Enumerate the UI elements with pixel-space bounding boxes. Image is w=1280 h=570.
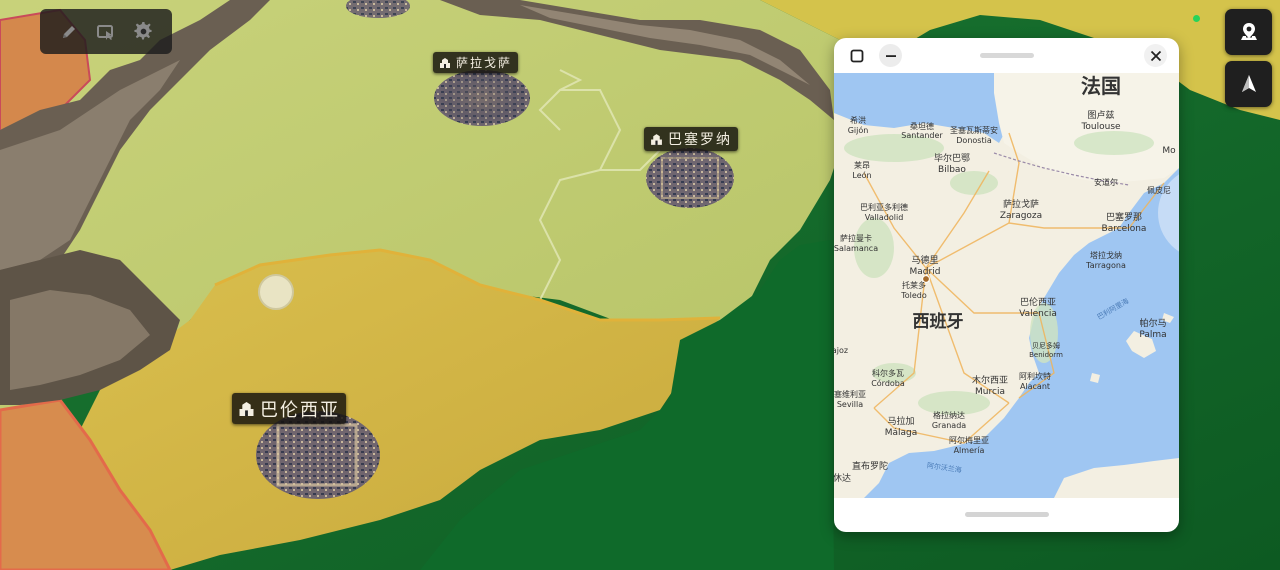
label-tarragona-cn: 塔拉戈纳 (1090, 250, 1122, 260)
label-valladolid-cn: 巴利亚多利德 (860, 202, 908, 212)
minimap-window: 法国 西班牙 图卢兹 Toulouse 希洪 Gijón 桑坦德 Santand… (834, 38, 1179, 532)
city-name: 巴伦西亚 (260, 399, 340, 421)
label-granada-cn: 格拉纳达 (933, 410, 965, 420)
label-malaga-cn: 马拉加 (887, 415, 914, 427)
minimize-button[interactable] (879, 44, 902, 67)
resize-handle[interactable] (965, 512, 1049, 517)
label-spain: 西班牙 (913, 312, 964, 332)
close-button[interactable] (1144, 44, 1167, 67)
city-barcelona[interactable] (646, 148, 734, 208)
label-france: 法国 (1081, 74, 1121, 98)
label-bilbao-cn: 毕尔巴鄂 (934, 152, 970, 164)
label-cordoba: Córdoba (871, 378, 905, 388)
gear-icon (134, 22, 152, 40)
window-drag-handle[interactable] (980, 53, 1034, 58)
label-santander: Santander (901, 131, 943, 140)
label-andorra: 安道尔 (1094, 177, 1118, 187)
city-icon (440, 57, 450, 68)
label-zaragoza: Zaragoza (1000, 211, 1042, 221)
city-valencia[interactable] (256, 411, 380, 499)
city-label-valencia[interactable]: 巴伦西亚 (232, 393, 346, 424)
label-perpignan: 佩皮尼 (1147, 185, 1171, 195)
label-benidorm-cn: 贝尼多姆 (1032, 341, 1060, 350)
label-toledo: Toledo (900, 291, 927, 300)
minimize-icon (885, 54, 896, 57)
label-malaga: Málaga (885, 428, 918, 438)
cursor-select-icon (96, 24, 113, 40)
label-santander-cn: 桑坦德 (910, 121, 934, 131)
label-bilbao: Bilbao (938, 165, 966, 175)
label-almeria-cn: 阿尔梅里亚 (949, 435, 989, 445)
minimap-header[interactable] (834, 38, 1179, 73)
navigation-arrow-icon (1241, 75, 1256, 92)
label-alicante-cn: 阿利坎特 (1019, 371, 1051, 381)
city-icon (239, 401, 254, 416)
map-pin-icon (1240, 23, 1257, 40)
edit-button[interactable] (56, 19, 82, 45)
label-toulouse-cn: 图卢兹 (1087, 109, 1114, 121)
label-sevilla: Sevilla (837, 400, 863, 409)
label-murcia: Murcia (975, 387, 1005, 397)
label-palma-cn: 帕尔马 (1139, 317, 1166, 329)
city-label-zaragoza[interactable]: 萨拉戈萨 (433, 52, 519, 73)
label-sevilla-cn: 塞维利亚 (834, 389, 866, 399)
city-name: 巴塞罗纳 (668, 132, 732, 148)
settings-button[interactable] (130, 19, 156, 45)
map-toolbar (40, 9, 172, 54)
label-gijon: Gijón (848, 125, 869, 135)
pencil-icon (62, 25, 75, 38)
label-badajoz: ajoz (834, 346, 848, 355)
status-dot (1193, 15, 1200, 22)
label-barcelona-cn: 巴塞罗那 (1106, 211, 1142, 223)
label-palma: Palma (1139, 330, 1166, 340)
label-madrid: Madrid (910, 267, 941, 277)
label-almeria: Almería (954, 446, 985, 455)
label-valencia-cn: 巴伦西亚 (1020, 296, 1056, 308)
label-alicante: Alacant (1020, 382, 1050, 391)
label-tarragona: Tarragona (1085, 261, 1126, 270)
label-toledo-cn: 托莱多 (902, 280, 926, 290)
label-donostia-cn: 圣塞瓦斯蒂安 (950, 125, 998, 135)
city-zaragoza[interactable] (434, 70, 530, 126)
restore-button[interactable] (845, 44, 868, 67)
label-valladolid: Valladolid (865, 213, 904, 222)
select-button[interactable] (93, 19, 119, 45)
label-donostia: Donostia (956, 136, 992, 145)
label-valencia: Valencia (1019, 309, 1057, 319)
label-monaco: Mo (1162, 146, 1176, 156)
label-toulouse: Toulouse (1080, 122, 1121, 132)
label-granada: Granada (932, 421, 966, 430)
label-salamanca-cn: 萨拉曼卡 (840, 233, 872, 243)
label-benidorm: Benidorm (1029, 351, 1063, 359)
label-leon-cn: 莱昂 (854, 160, 870, 170)
label-zaragoza-cn: 萨拉戈萨 (1003, 198, 1039, 210)
label-ceuta: 休达 (834, 472, 851, 484)
label-barcelona: Barcelona (1102, 224, 1147, 234)
unit-marker[interactable] (258, 274, 294, 310)
label-cordoba-cn: 科尔多瓦 (872, 368, 904, 378)
label-salamanca: Salamanca (834, 244, 878, 253)
label-leon: León (852, 170, 871, 180)
close-icon (1150, 50, 1161, 61)
location-button[interactable] (1225, 9, 1272, 55)
label-murcia-cn: 木尔西亚 (972, 374, 1008, 386)
city-icon (651, 133, 662, 145)
city-label-barcelona[interactable]: 巴塞罗纳 (644, 127, 738, 151)
label-gijon-cn: 希洪 (850, 115, 866, 125)
label-madrid-cn: 马德里 (911, 254, 938, 266)
compass-button[interactable] (1225, 61, 1272, 107)
city-name: 萨拉戈萨 (456, 56, 513, 70)
restore-icon (850, 49, 863, 62)
minimap-map[interactable]: 法国 西班牙 图卢兹 Toulouse 希洪 Gijón 桑坦德 Santand… (834, 73, 1179, 498)
label-gibraltar: 直布罗陀 (852, 460, 888, 472)
